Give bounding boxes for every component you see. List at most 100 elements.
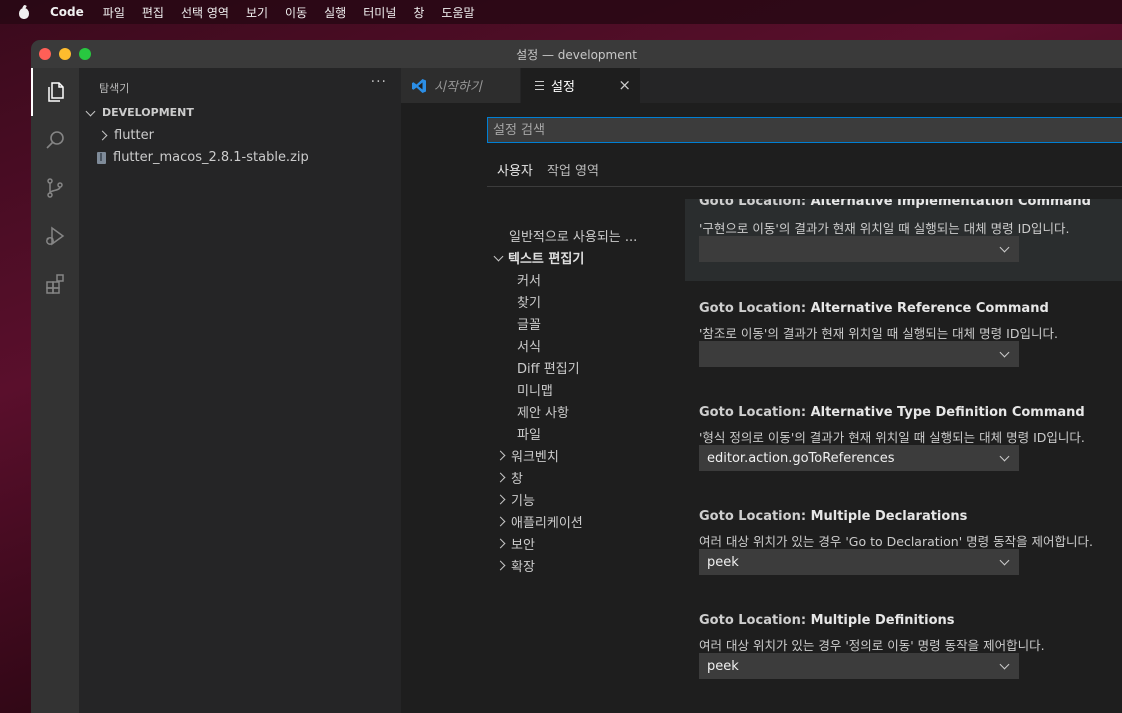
setting-description: 여러 대상 위치가 있는 경우 'Go to Declaration' 명령 동… bbox=[699, 534, 1094, 549]
setting-title: Goto Location: Multiple Declarations bbox=[699, 509, 968, 524]
workspace-folder-header[interactable]: DEVELOPMENT bbox=[85, 106, 194, 119]
menu-edit[interactable]: 편집 bbox=[142, 4, 164, 21]
menu-file[interactable]: 파일 bbox=[103, 4, 125, 21]
macos-menu-bar: Code 파일 편집 선택 영역 보기 이동 실행 터미널 창 도움말 bbox=[0, 0, 1122, 24]
tab-get-started[interactable]: 시작하기 bbox=[401, 68, 520, 103]
sidebar-title: 탐색기 bbox=[99, 82, 130, 95]
setting-description: '구현으로 이동'의 결과가 현재 위치일 때 실행되는 대체 명령 ID입니다… bbox=[699, 221, 1070, 236]
toc-item-security[interactable]: 보안 bbox=[495, 534, 535, 553]
chevron-down-icon bbox=[85, 106, 96, 116]
toc-item-diff-editor[interactable]: Diff 편집기 bbox=[517, 358, 580, 377]
extensions-icon[interactable] bbox=[31, 260, 79, 308]
menu-window[interactable]: 창 bbox=[413, 4, 424, 21]
chevron-down-icon bbox=[493, 251, 504, 261]
search-icon[interactable] bbox=[31, 116, 79, 164]
menu-view[interactable]: 보기 bbox=[246, 4, 268, 21]
vscode-logo-icon bbox=[412, 78, 426, 93]
source-control-icon[interactable] bbox=[31, 164, 79, 212]
window-minimize-button[interactable] bbox=[59, 48, 71, 60]
toc-item-formatting[interactable]: 서식 bbox=[517, 336, 541, 355]
chevron-right-icon bbox=[495, 494, 506, 505]
tree-item-label: flutter_macos_2.8.1-stable.zip bbox=[113, 150, 309, 165]
explorer-icon[interactable] bbox=[31, 68, 79, 116]
toc-item-files[interactable]: 파일 bbox=[517, 424, 541, 443]
vscode-window: 설정 — development 탐색기 ··· DEVELOPMENT flu… bbox=[31, 40, 1122, 713]
toc-item-workbench[interactable]: 워크벤치 bbox=[495, 446, 559, 465]
toc-label: 기능 bbox=[511, 494, 535, 509]
chevron-down-icon bbox=[999, 555, 1010, 566]
tree-item-label: flutter bbox=[114, 128, 154, 143]
toc-label: 글꼴 bbox=[517, 318, 541, 333]
toc-label: Diff 편집기 bbox=[517, 362, 580, 377]
window-maximize-button[interactable] bbox=[79, 48, 91, 60]
menu-run[interactable]: 실행 bbox=[324, 4, 346, 21]
toc-item-commonly-used[interactable]: 일반적으로 사용되는 ... bbox=[509, 228, 637, 245]
apple-logo-icon[interactable] bbox=[18, 5, 30, 19]
close-icon[interactable]: × bbox=[618, 76, 631, 94]
settings-search-input[interactable] bbox=[487, 117, 1122, 143]
tree-item-flutter[interactable]: flutter bbox=[97, 128, 154, 143]
toc-label: 파일 bbox=[517, 428, 541, 443]
toc-item-minimap[interactable]: 미니맵 bbox=[517, 380, 553, 399]
menu-selection[interactable]: 선택 영역 bbox=[181, 4, 229, 21]
setting-dropdown[interactable]: peek bbox=[699, 653, 1019, 679]
setting-title: Goto Location: Alternative Reference Com… bbox=[699, 301, 1049, 316]
setting-title: Goto Location: Multiple Definitions bbox=[699, 613, 955, 628]
toc-label: 워크벤치 bbox=[511, 450, 559, 465]
chevron-right-icon bbox=[495, 560, 506, 571]
toc-item-extensions[interactable]: 확장 bbox=[495, 556, 535, 575]
settings-toc: 일반적으로 사용되는 ... 텍스트 편집기 커서 찾기 글꼴 서식 Diff … bbox=[401, 228, 691, 713]
toc-label: 텍스트 편집기 bbox=[508, 252, 585, 267]
menu-go[interactable]: 이동 bbox=[285, 4, 307, 21]
tab-label: 설정 bbox=[551, 80, 575, 95]
tab-label: 시작하기 bbox=[434, 80, 482, 95]
setting-multiple-definitions: Goto Location: Multiple Definitions 여러 대… bbox=[685, 593, 1122, 697]
toc-label: 제안 사항 bbox=[517, 406, 569, 421]
window-close-button[interactable] bbox=[39, 48, 51, 60]
setting-description: '참조로 이동'의 결과가 현재 위치일 때 실행되는 대체 명령 ID입니다. bbox=[699, 326, 1058, 341]
setting-alt-implementation-command: Goto Location: Alternative Implementatio… bbox=[685, 199, 1122, 281]
setting-dropdown[interactable] bbox=[699, 236, 1019, 262]
run-debug-icon[interactable] bbox=[31, 212, 79, 260]
settings-editor-icon bbox=[535, 81, 544, 90]
chevron-right-icon bbox=[495, 472, 506, 483]
toc-label: 일반적으로 사용되는 ... bbox=[509, 230, 638, 245]
menu-help[interactable]: 도움말 bbox=[441, 4, 474, 21]
setting-description: '형식 정의로 이동'의 결과가 현재 위치일 때 실행되는 대체 명령 ID입… bbox=[699, 430, 1085, 445]
setting-title: Goto Location: Alternative Implementatio… bbox=[699, 199, 1091, 209]
setting-description: 여러 대상 위치가 있는 경우 '정의로 이동' 명령 동작을 제어합니다. bbox=[699, 638, 1045, 653]
setting-multiple-declarations: Goto Location: Multiple Declarations 여러 … bbox=[685, 489, 1122, 593]
tab-workspace-settings[interactable]: 작업 영역 bbox=[544, 160, 602, 186]
toc-item-cursor[interactable]: 커서 bbox=[517, 270, 541, 289]
toc-label: 커서 bbox=[517, 274, 541, 289]
menu-app-code[interactable]: Code bbox=[50, 5, 84, 19]
toc-label: 확장 bbox=[511, 560, 535, 575]
tab-user-settings[interactable]: 사용자 bbox=[494, 160, 536, 187]
setting-dropdown[interactable]: peek bbox=[699, 549, 1019, 575]
toc-label: 미니맵 bbox=[517, 384, 553, 399]
setting-alt-type-definition-command: Goto Location: Alternative Type Definiti… bbox=[685, 385, 1122, 489]
menu-terminal[interactable]: 터미널 bbox=[363, 4, 396, 21]
chevron-right-icon bbox=[495, 516, 506, 527]
toc-item-text-editor[interactable]: 텍스트 편집기 bbox=[493, 248, 585, 267]
toc-label: 애플리케이션 bbox=[511, 516, 583, 531]
toc-item-features[interactable]: 기능 bbox=[495, 490, 535, 509]
divider bbox=[487, 186, 1122, 187]
settings-scope-tabs: 사용자 작업 영역 bbox=[487, 160, 1122, 187]
toc-item-find[interactable]: 찾기 bbox=[517, 292, 541, 311]
setting-alt-reference-command: Goto Location: Alternative Reference Com… bbox=[685, 281, 1122, 385]
chevron-right-icon bbox=[495, 538, 506, 549]
toc-item-application[interactable]: 애플리케이션 bbox=[495, 512, 583, 531]
setting-dropdown[interactable] bbox=[699, 341, 1019, 367]
tab-settings[interactable]: 설정 × bbox=[521, 68, 640, 103]
toc-item-font[interactable]: 글꼴 bbox=[517, 314, 541, 333]
chevron-down-icon bbox=[999, 451, 1010, 462]
editor-area: 시작하기 설정 × 사용자 작업 영역 일반적으로 사용되는 ... 텍스트 편… bbox=[401, 68, 1122, 713]
more-actions-icon[interactable]: ··· bbox=[371, 74, 387, 90]
toc-item-window[interactable]: 창 bbox=[495, 468, 523, 487]
toc-label: 보안 bbox=[511, 538, 535, 553]
tree-item-zip[interactable]: flutter_macos_2.8.1-stable.zip bbox=[97, 150, 309, 165]
toc-item-suggestions[interactable]: 제안 사항 bbox=[517, 402, 569, 421]
setting-dropdown[interactable]: editor.action.goToReferences bbox=[699, 445, 1019, 471]
toc-label: 찾기 bbox=[517, 296, 541, 311]
